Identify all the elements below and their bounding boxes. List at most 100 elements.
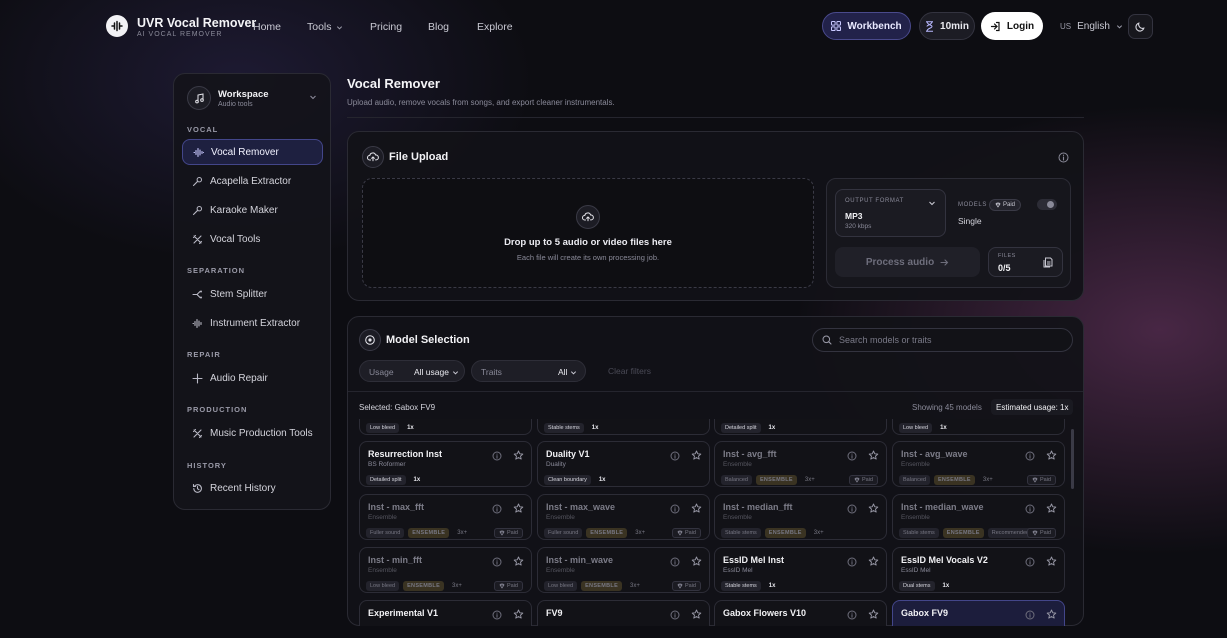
file-upload-panel: File Upload Drop up to 5 audio or video … bbox=[347, 131, 1084, 301]
star-icon[interactable] bbox=[513, 556, 524, 567]
output-format-select[interactable]: OUTPUT FORMAT MP3 320 kbps bbox=[835, 189, 946, 237]
nav-tools[interactable]: Tools bbox=[307, 21, 343, 33]
workbench-button[interactable]: Workbench bbox=[822, 12, 911, 40]
login-button[interactable]: Login bbox=[981, 12, 1043, 40]
model-count-text: Showing 45 models bbox=[912, 403, 982, 412]
model-card[interactable]: Gabox FV9 bbox=[892, 600, 1065, 626]
info-icon[interactable] bbox=[492, 451, 502, 461]
model-card[interactable]: Detailed split 1x bbox=[714, 419, 887, 435]
workbench-label: Workbench bbox=[847, 20, 902, 32]
clear-filters-button[interactable]: Clear filters bbox=[608, 366, 651, 376]
sidebar-item-music-production-tools[interactable]: Music Production Tools bbox=[182, 420, 323, 446]
file-dropzone[interactable]: Drop up to 5 audio or video files here E… bbox=[362, 178, 814, 288]
model-search[interactable] bbox=[812, 328, 1073, 352]
model-family: Ensemble bbox=[546, 514, 575, 521]
star-icon[interactable] bbox=[1046, 609, 1057, 620]
info-icon[interactable] bbox=[1058, 152, 1069, 163]
nav-blog[interactable]: Blog bbox=[428, 21, 449, 33]
usage-timer-button[interactable]: 10min bbox=[919, 12, 975, 40]
info-icon[interactable] bbox=[847, 451, 857, 461]
info-icon[interactable] bbox=[670, 451, 680, 461]
multi-model-toggle[interactable] bbox=[1037, 199, 1057, 210]
star-icon[interactable] bbox=[868, 503, 879, 514]
traits-filter[interactable]: Traits All bbox=[471, 360, 586, 382]
model-card[interactable]: Inst - min_fft Ensemble Low bleed ENSEMBLE 3… bbox=[359, 547, 532, 593]
star-icon[interactable] bbox=[691, 450, 702, 461]
info-icon[interactable] bbox=[847, 610, 857, 620]
top-header: UVR Vocal Remover AI VOCAL REMOVER Home … bbox=[0, 0, 1227, 54]
brand-logo-icon[interactable] bbox=[106, 15, 128, 37]
info-icon[interactable] bbox=[492, 557, 502, 567]
info-icon[interactable] bbox=[492, 610, 502, 620]
section-repair: REPAIR bbox=[187, 350, 221, 359]
model-card[interactable]: Low bleed 1x bbox=[892, 419, 1065, 435]
star-icon[interactable] bbox=[513, 450, 524, 461]
model-card[interactable]: Stable stems 1x bbox=[537, 419, 710, 435]
nav-pricing[interactable]: Pricing bbox=[370, 21, 402, 33]
star-icon[interactable] bbox=[513, 609, 524, 620]
brand-title[interactable]: UVR Vocal Remover bbox=[137, 16, 256, 30]
paid-badge: Paid bbox=[671, 528, 701, 538]
model-card[interactable]: Inst - min_wave Ensemble Low bleed ENSEMBLE… bbox=[537, 547, 710, 593]
diamond-icon bbox=[677, 583, 683, 589]
nav-home[interactable]: Home bbox=[253, 21, 281, 33]
info-icon[interactable] bbox=[670, 504, 680, 514]
diamond-icon bbox=[1032, 477, 1038, 483]
star-icon[interactable] bbox=[868, 450, 879, 461]
star-icon[interactable] bbox=[868, 556, 879, 567]
sidebar-item-vocal-remover[interactable]: Vocal Remover bbox=[182, 139, 323, 165]
process-audio-button[interactable]: Process audio bbox=[835, 247, 980, 277]
info-icon[interactable] bbox=[670, 610, 680, 620]
info-icon[interactable] bbox=[1025, 557, 1035, 567]
paid-badge: Paid bbox=[989, 199, 1022, 211]
star-icon[interactable] bbox=[691, 556, 702, 567]
info-icon[interactable] bbox=[670, 557, 680, 567]
info-icon[interactable] bbox=[492, 504, 502, 514]
info-icon[interactable] bbox=[1025, 610, 1035, 620]
sidebar-item-instrument-extractor[interactable]: Instrument Extractor bbox=[182, 310, 323, 336]
star-icon[interactable] bbox=[868, 609, 879, 620]
trait-tag: Detailed split bbox=[721, 423, 761, 433]
star-icon[interactable] bbox=[1046, 503, 1057, 514]
sidebar-item-recent-history[interactable]: Recent History bbox=[182, 475, 323, 501]
model-card[interactable]: FV9 bbox=[537, 600, 710, 626]
model-card[interactable]: Gabox Flowers V10 bbox=[714, 600, 887, 626]
nav-explore[interactable]: Explore bbox=[477, 21, 513, 33]
model-card[interactable]: Experimental V1 bbox=[359, 600, 532, 626]
sidebar-item-karaoke-maker[interactable]: Karaoke Maker bbox=[182, 197, 323, 223]
star-icon[interactable] bbox=[513, 503, 524, 514]
sidebar-item-acapella-extractor[interactable]: Acapella Extractor bbox=[182, 168, 323, 194]
model-card[interactable]: Inst - median_fft Ensemble Stable stems ENS… bbox=[714, 494, 887, 540]
star-icon[interactable] bbox=[1046, 556, 1057, 567]
sidebar-item-vocal-tools[interactable]: Vocal Tools bbox=[182, 226, 323, 252]
model-card[interactable]: EssID Mel Vocals V2 EssID Mel Dual stems 1x bbox=[892, 547, 1065, 593]
info-icon[interactable] bbox=[1025, 451, 1035, 461]
model-card[interactable]: Inst - avg_fft Ensemble Balanced ENSEMBLE 3x… bbox=[714, 441, 887, 487]
sidebar-item-stem-splitter[interactable]: Stem Splitter bbox=[182, 281, 323, 307]
model-tags: Low bleed 1x bbox=[899, 423, 951, 433]
info-icon[interactable] bbox=[847, 504, 857, 514]
model-card[interactable]: Inst - median_wave Ensemble Stable stems EN… bbox=[892, 494, 1065, 540]
model-selection-title: Model Selection bbox=[386, 334, 470, 346]
model-grid-scrollbar[interactable] bbox=[1071, 429, 1074, 489]
model-card[interactable]: Resurrection Inst BS Roformer Detailed spl… bbox=[359, 441, 532, 487]
model-card[interactable]: Inst - max_wave Ensemble Fuller sound ENSEM… bbox=[537, 494, 710, 540]
model-card[interactable]: Duality V1 Duality Clean boundary 1x bbox=[537, 441, 710, 487]
star-icon[interactable] bbox=[691, 609, 702, 620]
info-icon[interactable] bbox=[847, 557, 857, 567]
model-card[interactable]: EssID Mel Inst EssID Mel Stable stems 1x bbox=[714, 547, 887, 593]
model-search-input[interactable] bbox=[839, 335, 1049, 345]
star-icon[interactable] bbox=[1046, 450, 1057, 461]
model-card[interactable]: Inst - avg_wave Ensemble Balanced ENSEMBLE 3… bbox=[892, 441, 1065, 487]
usage-filter[interactable]: Usage All usage bbox=[359, 360, 465, 382]
model-card[interactable]: Low bleed 1x bbox=[359, 419, 532, 435]
language-selector[interactable]: US English bbox=[1060, 21, 1123, 32]
star-icon[interactable] bbox=[691, 503, 702, 514]
model-card[interactable]: Inst - max_fft Ensemble Fuller sound ENSEMB… bbox=[359, 494, 532, 540]
info-icon[interactable] bbox=[1025, 504, 1035, 514]
model-family: Duality bbox=[546, 461, 566, 468]
usage-multiplier: 1x bbox=[768, 583, 776, 589]
sidebar-item-audio-repair[interactable]: Audio Repair bbox=[182, 365, 323, 391]
theme-toggle-button[interactable] bbox=[1128, 14, 1153, 39]
workspace-switcher[interactable]: Workspace Audio tools bbox=[182, 83, 323, 113]
